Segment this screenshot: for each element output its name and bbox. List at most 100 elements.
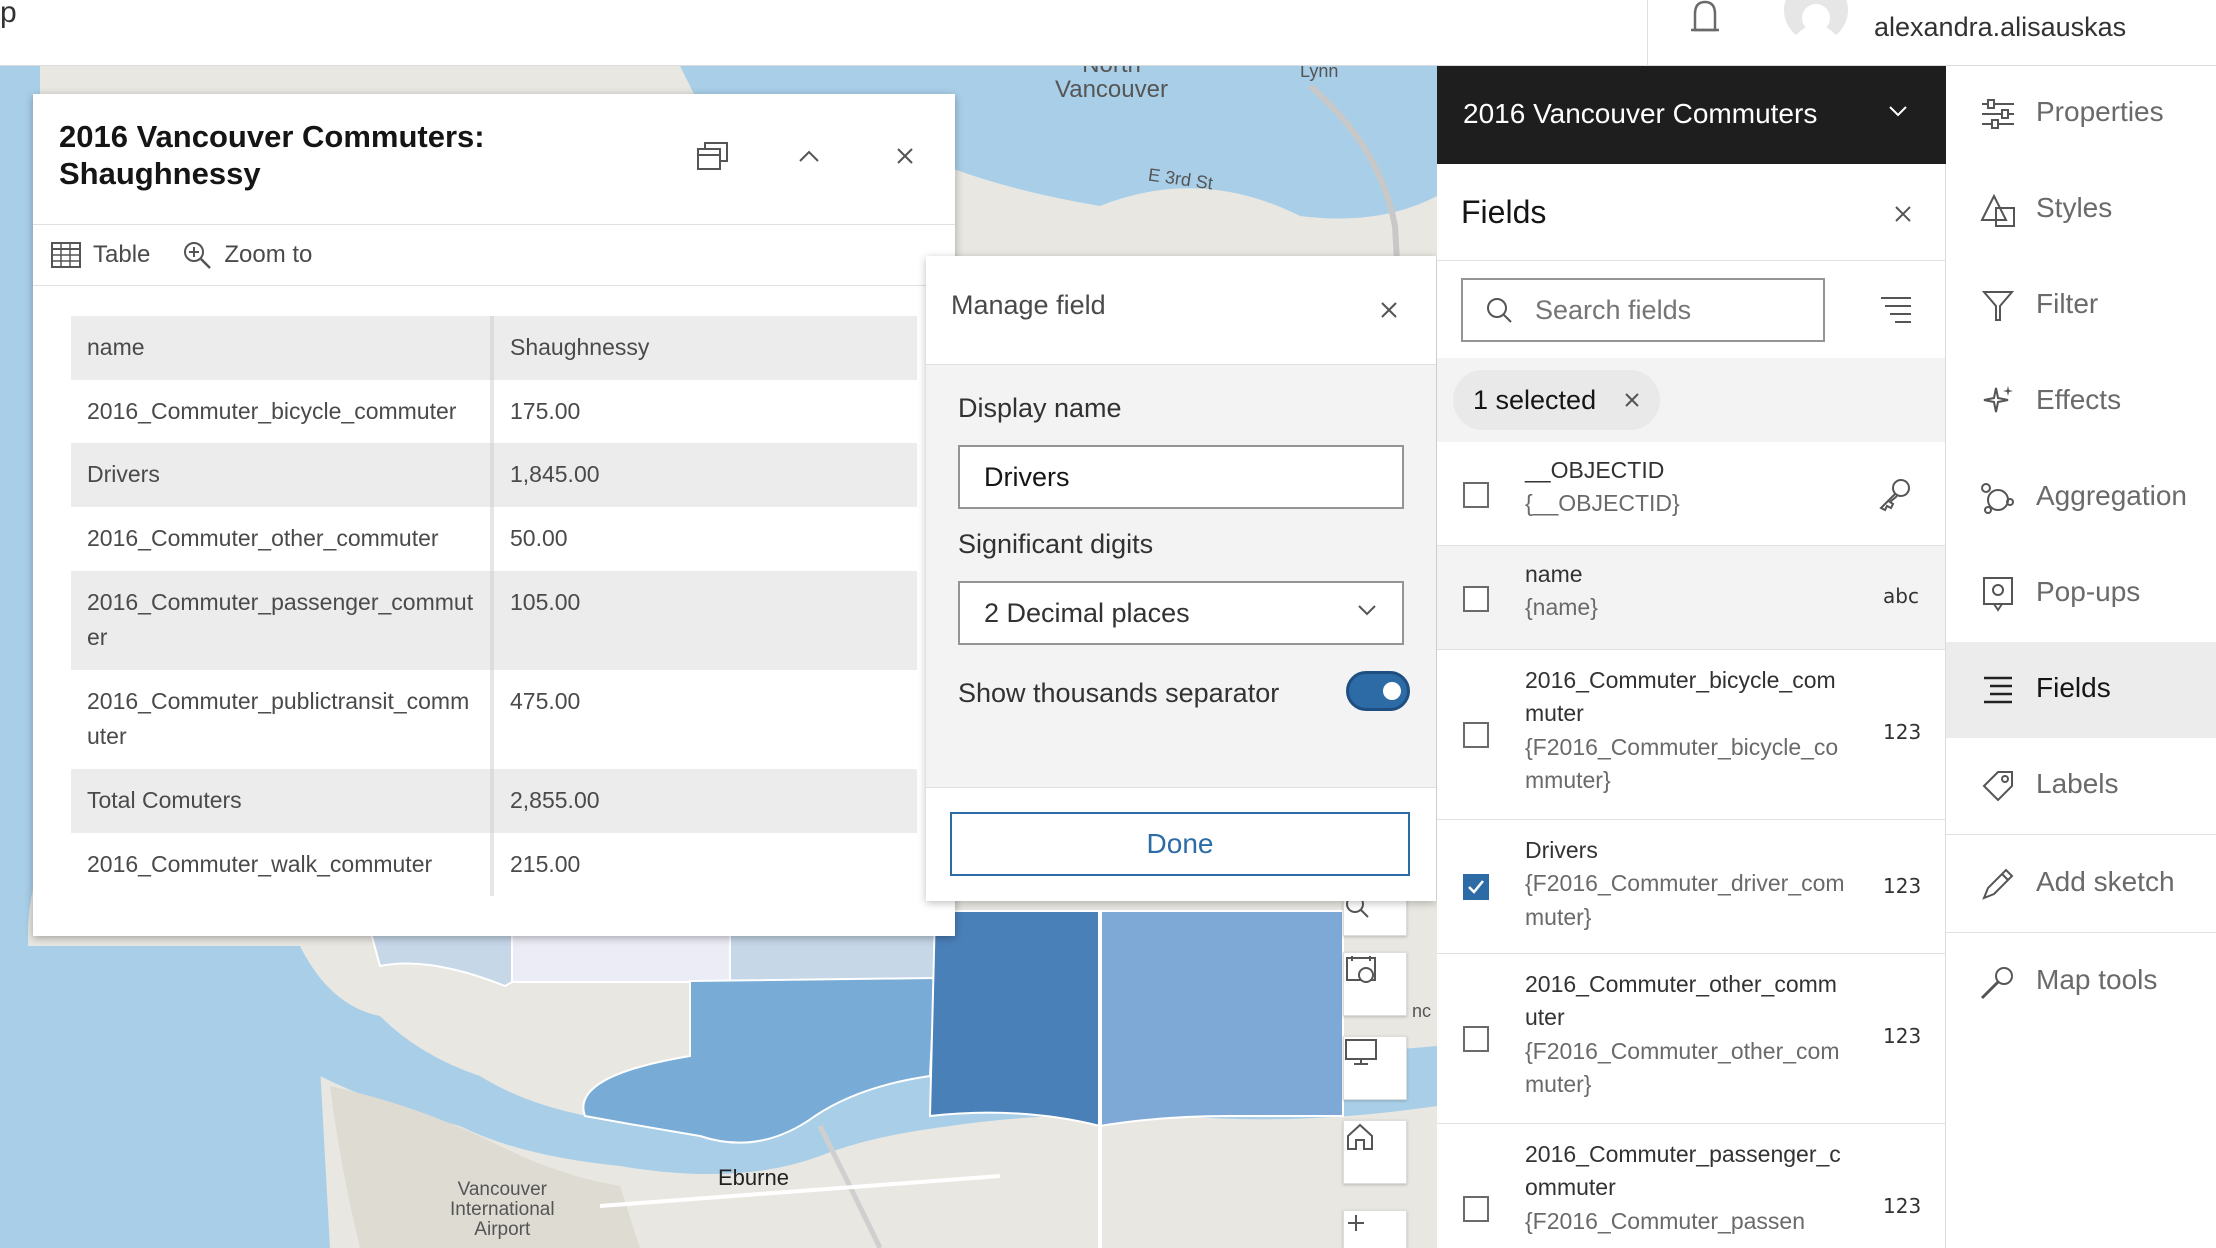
field-row-bicycle[interactable]: 2016_Commuter_bicycle_commuter {F2016_Com…: [1437, 650, 1945, 820]
field-label: 2016_Commuter_passenger_commuter: [1525, 1141, 1841, 1201]
manage-field-title: Manage field: [951, 290, 1106, 320]
table-row: 2016_Commuter_passenger_commuter 105.00: [71, 570, 917, 670]
field-row-other[interactable]: 2016_Commuter_other_commuter {F2016_Commu…: [1437, 954, 1945, 1124]
zoom-in-button[interactable]: [1343, 1210, 1407, 1248]
field-checkbox[interactable]: [1463, 586, 1489, 612]
nav-styles[interactable]: Styles: [1946, 162, 2216, 258]
aggregation-icon: [1981, 483, 2014, 514]
field-row-passenger[interactable]: 2016_Commuter_passenger_commuter {F2016_C…: [1437, 1124, 1945, 1248]
attr-key: name: [71, 316, 494, 380]
field-row-name[interactable]: name {name} abc: [1437, 546, 1945, 650]
field-label: 2016_Commuter_bicycle_commuter: [1525, 667, 1836, 727]
nav-label: Pop-ups: [2036, 576, 2141, 607]
fullscreen-button[interactable]: [1343, 1036, 1407, 1100]
popup-actions: Table Zoom to: [33, 225, 955, 285]
username-label[interactable]: alexandra.alisauskas: [1874, 12, 2126, 43]
field-checkbox[interactable]: [1463, 1026, 1489, 1052]
zoom-to-action-label: Zoom to: [224, 241, 313, 268]
field-row-objectid[interactable]: __OBJECTID {__OBJECTID}: [1437, 442, 1945, 546]
nav-map-tools[interactable]: Map tools: [1946, 934, 2216, 1030]
nav-fields[interactable]: Fields: [1946, 642, 2216, 738]
significant-digits-select[interactable]: 2 Decimal places: [958, 581, 1404, 645]
map-label-eburne: Eburne: [718, 1165, 789, 1190]
number-type-icon: 123: [1883, 1194, 1922, 1218]
basemap-gallery-icon: [1346, 956, 1376, 983]
done-button[interactable]: Done: [950, 812, 1410, 876]
field-name: 2016_Commuter_bicycle_commuter {F2016_Com…: [1525, 664, 1845, 797]
clear-selection-icon[interactable]: [1624, 392, 1640, 408]
app-title-fragment: p: [0, 0, 17, 29]
map-label-lynn: Lynn: [1300, 66, 1339, 81]
attr-value: 50.00: [510, 524, 568, 551]
field-label: 2016_Commuter_other_commuter: [1525, 971, 1837, 1031]
plus-icon: [1348, 1215, 1364, 1231]
notifications-bell-icon[interactable]: [1685, 0, 1725, 34]
table-action[interactable]: Table: [51, 241, 150, 269]
field-row-drivers[interactable]: Drivers {F2016_Commuter_driver_commuter} …: [1437, 820, 1945, 954]
nav-aggregation[interactable]: Aggregation: [1946, 450, 2216, 546]
attr-value: 1,845.00: [492, 443, 917, 507]
nav-labels[interactable]: Labels: [1946, 738, 2216, 834]
layer-selector[interactable]: 2016 Vancouver Commuters: [1437, 66, 1946, 164]
home-icon: [1347, 1123, 1373, 1150]
home-button[interactable]: [1343, 1120, 1407, 1184]
attribute-table: name Shaughnessy 2016_Commuter_bicycle_co…: [71, 316, 917, 897]
search-fields-input[interactable]: [1535, 294, 1815, 326]
user-avatar[interactable]: [1784, 0, 1848, 42]
layer-title: 2016 Vancouver Commuters: [1463, 98, 1818, 129]
close-popup-button[interactable]: [885, 136, 925, 176]
zoom-to-action[interactable]: Zoom to: [182, 240, 312, 270]
table-action-label: Table: [93, 241, 151, 268]
chevron-up-icon: [799, 150, 819, 162]
table-row: 2016_Commuter_bicycle_commuter 175.00: [71, 379, 917, 444]
display-name-input[interactable]: [958, 445, 1404, 509]
number-type-icon: 123: [1883, 720, 1922, 744]
nav-popups[interactable]: Pop-ups: [1946, 546, 2216, 642]
attr-key: 2016_Commuter_bicycle_commuter: [71, 379, 494, 444]
nav-filter[interactable]: Filter: [1946, 258, 2216, 354]
fields-panel-title: Fields: [1461, 194, 1547, 230]
dock-popup-button[interactable]: [693, 136, 733, 176]
nav-label: Filter: [2036, 288, 2099, 319]
selected-count-chip[interactable]: 1 selected: [1453, 370, 1661, 430]
attr-value: 105.00: [492, 570, 917, 670]
field-label: name: [1525, 561, 1583, 587]
display-name-label: Display name: [958, 393, 1122, 423]
add-sketch-icon: [1982, 868, 2014, 900]
table-row: Drivers 1,845.00: [71, 443, 917, 507]
nav-effects[interactable]: Effects: [1946, 354, 2216, 450]
nav-label: Properties: [2036, 96, 2164, 127]
nav-label: Add sketch: [2036, 866, 2175, 897]
attr-value: 475.00: [510, 687, 581, 714]
attr-value: 2,855.00: [492, 769, 917, 833]
table-row: 2016_Commuter_publictransit_commuter 475.…: [71, 669, 917, 770]
table-icon: [51, 242, 81, 268]
close-fields-panel-button[interactable]: [1883, 194, 1923, 234]
close-manage-field-button[interactable]: [1371, 292, 1407, 328]
properties-icon: [1982, 99, 2014, 129]
nav-properties[interactable]: Properties: [1946, 66, 2216, 162]
field-checkbox[interactable]: [1463, 482, 1489, 508]
zoom-to-icon: [184, 242, 212, 269]
basemap-gallery-button[interactable]: [1343, 952, 1407, 1016]
nav-add-sketch[interactable]: Add sketch: [1946, 836, 2216, 932]
table-row: Total Comuters 2,855.00: [71, 769, 917, 833]
divider: [1437, 260, 1945, 261]
sort-list-icon[interactable]: [1879, 294, 1913, 324]
nav-label: Styles: [2036, 192, 2113, 223]
manage-field-body: Display name Significant digits 2 Decima…: [926, 364, 1436, 788]
field-checkbox-checked[interactable]: [1463, 874, 1489, 900]
significant-digits-value: 2 Decimal places: [984, 597, 1190, 628]
field-checkbox[interactable]: [1463, 1196, 1489, 1222]
attr-key: Drivers: [71, 443, 494, 507]
table-row: 2016_Commuter_walk_commuter 215.00: [71, 832, 917, 897]
field-checkbox[interactable]: [1463, 722, 1489, 748]
fields-icon: [1984, 676, 2012, 704]
search-icon: [1487, 298, 1512, 323]
attr-value: 215.00: [510, 850, 581, 877]
collapse-popup-button[interactable]: [789, 136, 829, 176]
attr-key: 2016_Commuter_passenger_commuter: [71, 570, 494, 670]
search-fields-box[interactable]: [1461, 278, 1825, 342]
significant-digits-label: Significant digits: [958, 529, 1154, 559]
thousands-separator-toggle[interactable]: [1346, 671, 1410, 711]
